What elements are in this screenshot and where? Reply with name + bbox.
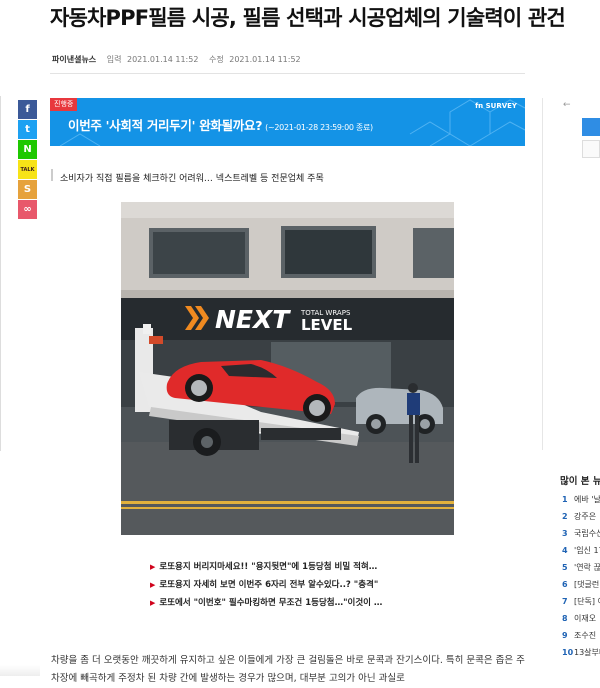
popular-news-list: 1에바 '날 2강주은 3국립수산 4'임신 17 5'연락 끊 6[댓글런 7… (562, 494, 600, 664)
related-link[interactable]: ▶ 로또에서 "이번호" 필수마킹하면 무조건 1등당첨…"이것이 … (150, 596, 382, 614)
link-copy-icon[interactable]: ∞ (18, 200, 37, 219)
left-edge-line (0, 96, 1, 451)
article-subtitle: 소비자가 직접 필름을 체크하긴 어려워… 넥스트레벨 등 전문업체 주목 (60, 174, 324, 184)
bottom-edge-shadow (0, 665, 40, 676)
triangle-right-icon: ▶ (150, 563, 156, 571)
related-links: ▶ 로또용지 버리지마세요!! "용지뒷면"에 1등당첨 비밀 적혀… ▶ 로또용지… (150, 560, 382, 614)
article-meta: 파이낸셜뉴스 입력 2021.01.14 11:52 수정 2021.01.14… (52, 54, 309, 65)
kakaostory-share-icon[interactable]: S (18, 180, 37, 199)
related-link[interactable]: ▶ 로또용지 자세히 보면 이번주 6자리 전부 알수있다..? "충격" (150, 578, 382, 596)
input-label: 입력 (106, 55, 122, 64)
banner-brand: fn SURVEY (475, 102, 517, 110)
modified-time: 2021.01.14 11:52 (229, 55, 301, 64)
modified-label: 수정 (208, 55, 224, 64)
popular-news-item[interactable]: 6 [댓글런 (562, 579, 600, 596)
sidebar-blue-button[interactable] (582, 118, 600, 136)
facebook-share-icon[interactable]: f (18, 100, 37, 119)
news-source[interactable]: 파이낸셜뉴스 (52, 55, 96, 64)
popular-news-title: 많이 본 뉴 (560, 476, 600, 487)
header-divider (50, 73, 525, 74)
subtitle-bar (51, 169, 53, 181)
banner-date: (~2021-01-28 23:59:00 종료) (265, 123, 373, 132)
popular-news-item[interactable]: 7[단독] 이 (562, 596, 600, 613)
triangle-right-icon: ▶ (150, 599, 156, 607)
triangle-right-icon: ▶ (150, 581, 156, 589)
popular-news-item[interactable]: 9 조수진 (562, 630, 600, 647)
popular-news-item[interactable]: 1013살부터 (562, 647, 600, 664)
naver-share-icon[interactable]: N (18, 140, 37, 159)
banner-status-badge: 진행중 (50, 98, 78, 111)
sign-main-text: NEXT (215, 305, 291, 334)
kakaotalk-share-icon[interactable]: TALK (18, 160, 37, 179)
share-bar: f t N TALK S ∞ (18, 100, 37, 220)
banner-text[interactable]: 이번주 '사회적 거리두기' 완화될까요? (~2021-01-28 23:59:… (68, 115, 373, 134)
popular-news-item[interactable]: 1 에바 '날 (562, 494, 600, 511)
survey-banner[interactable]: 진행중 이번주 '사회적 거리두기' 완화될까요? (~2021-01-28 23… (50, 98, 525, 146)
article-photo: NEXT TOTAL WRAPS LEVEL (121, 202, 454, 535)
popular-news-item[interactable]: 5 '연락 끊 (562, 562, 600, 579)
popular-news-item[interactable]: 8 이재오 (562, 613, 600, 630)
popular-news-item[interactable]: 4'임신 17 (562, 545, 600, 562)
twitter-share-icon[interactable]: t (18, 120, 37, 139)
back-arrow-icon[interactable]: ← (563, 100, 571, 110)
sidebar-input-box[interactable] (582, 140, 600, 158)
sign-sub-text: LEVEL (301, 316, 353, 334)
popular-news-item[interactable]: 3 국립수산 (562, 528, 600, 545)
article-headline: 자동차PPF필름 시공, 필름 선택과 시공업체의 기술력이 관건 (50, 6, 566, 30)
article-body: 차량을 좀 더 오랫동안 깨끗하게 유지하고 싶은 이들에게 가장 큰 걸림돌은… (51, 655, 525, 684)
popular-news-item[interactable]: 2 강주은 (562, 511, 600, 528)
tow-truck-red-car-photo: NEXT TOTAL WRAPS LEVEL (121, 202, 454, 535)
related-link[interactable]: ▶ 로또용지 버리지마세요!! "용지뒷면"에 1등당첨 비밀 적혀… (150, 560, 382, 578)
input-time: 2021.01.14 11:52 (127, 55, 199, 64)
